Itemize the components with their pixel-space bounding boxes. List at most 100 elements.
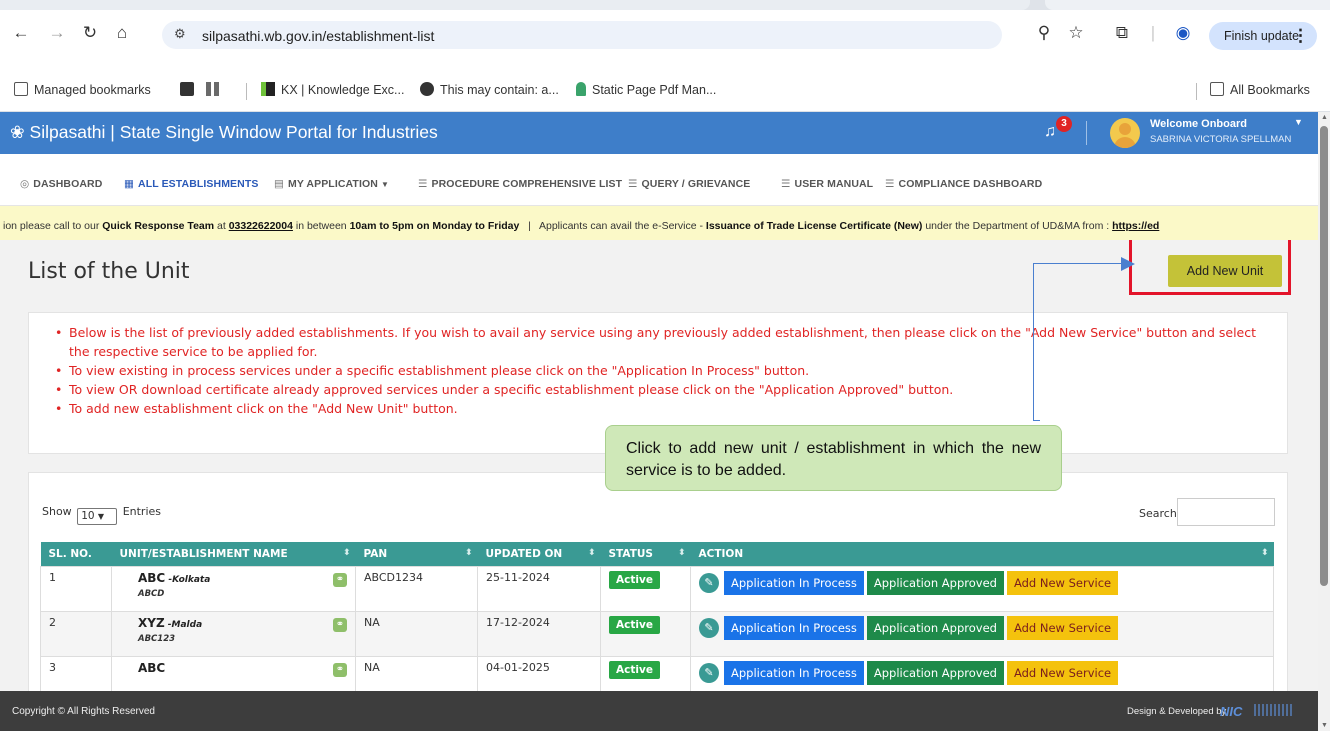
col-updated-on[interactable]: UPDATED ON ⬍ <box>477 542 601 566</box>
reload-icon[interactable]: ↻ <box>79 22 101 44</box>
forward-icon[interactable]: → <box>46 22 68 44</box>
status-cell: Active <box>600 610 691 657</box>
ticker-part: under the Department of UD&MA from : <box>922 220 1113 232</box>
link-icon[interactable]: ⚭ <box>333 617 347 632</box>
col-action[interactable]: ACTION ⬍ <box>690 542 1274 566</box>
instruction-item: To view existing in process services und… <box>55 361 1280 380</box>
application-approved-button[interactable]: Application Approved <box>866 615 1004 640</box>
unit-name-text: XYZ <box>138 615 165 630</box>
col-pan[interactable]: PAN ⬍ <box>355 542 478 566</box>
unit-name[interactable]: ABC -Kolkata <box>138 571 347 585</box>
nic-logo[interactable]: NIC <box>1220 704 1242 719</box>
main-nav: ◎ DASHBOARD ▦ ALL ESTABLISHMENTS ▤ MY APPLI… <box>0 154 1318 206</box>
bookmark-label: This may contain: a... <box>440 83 559 97</box>
show-label: Show <box>42 505 72 518</box>
edit-icon[interactable]: ✎ <box>699 572 719 593</box>
unit-location: -Malda <box>164 619 203 630</box>
ticker-part: | Applicants can avail the e-Service - <box>519 220 706 232</box>
add-new-service-button[interactable]: Add New Service <box>1006 660 1119 685</box>
site-title[interactable]: ❀ Silpasathi | State Single Window Porta… <box>10 122 438 143</box>
col-label: STATUS <box>608 547 653 560</box>
managed-bookmarks-folder[interactable]: Managed bookmarks <box>14 82 151 97</box>
entries-select[interactable]: 10 ▼ <box>77 508 118 525</box>
profile-icon[interactable]: ◉ <box>1172 23 1194 43</box>
scroll-down-icon[interactable]: ▼ <box>1321 722 1328 729</box>
col-sl-no[interactable]: SL. NO. <box>40 542 112 566</box>
application-in-process-button[interactable]: Application In Process <box>724 570 864 595</box>
site-settings-icon[interactable]: ⚙ <box>174 26 186 42</box>
add-new-service-button[interactable]: Add New Service <box>1006 615 1119 640</box>
avatar[interactable] <box>1110 118 1140 148</box>
finish-update-button[interactable]: Finish update ⋮ <box>1209 22 1317 50</box>
welcome-text[interactable]: Welcome Onboard <box>1150 118 1247 130</box>
col-unit-name[interactable]: UNIT/ESTABLISHMENT NAME ⬍ <box>111 542 356 566</box>
nav-my-application[interactable]: ▤ MY APPLICATION ▼ <box>274 178 389 190</box>
nav-user-manual[interactable]: ☰ USER MANUAL <box>781 178 873 190</box>
unit-name-cell: ABC -Kolkata ABCD ⚭ <box>111 565 356 612</box>
add-new-service-button[interactable]: Add New Service <box>1006 570 1119 595</box>
scroll-thumb[interactable] <box>1320 126 1328 586</box>
zoom-icon[interactable]: ⚲ <box>1033 23 1055 43</box>
bookmark-may-contain[interactable]: This may contain: a... <box>420 82 559 97</box>
nav-label: ALL ESTABLISHMENTS <box>138 178 259 190</box>
col-label: ACTION <box>698 547 744 560</box>
user-menu-caret-icon[interactable]: ▼ <box>1294 117 1303 127</box>
application-approved-button[interactable]: Application Approved <box>866 660 1004 685</box>
inactive-tab-edge[interactable] <box>1045 0 1330 10</box>
sl-cell: 1 <box>40 565 112 612</box>
active-tab-edge[interactable] <box>0 0 1030 10</box>
list-icon: ☰ <box>885 178 895 190</box>
nav-compliance-dashboard[interactable]: ☰ COMPLIANCE DASHBOARD <box>885 178 1042 190</box>
nav-dashboard[interactable]: ◎ DASHBOARD <box>20 178 102 190</box>
bookmark-static-page[interactable]: Static Page Pdf Man... <box>576 82 716 97</box>
sort-icon: ⬍ <box>677 548 686 558</box>
search-input[interactable] <box>1177 498 1275 526</box>
toolbar-divider: | <box>1150 23 1156 42</box>
back-icon[interactable]: ← <box>10 22 32 44</box>
link-icon[interactable]: ⚭ <box>333 662 347 677</box>
bell-icon[interactable]: ♫ <box>1044 123 1056 141</box>
link-icon[interactable]: ⚭ <box>333 572 347 587</box>
browser-menu-icon[interactable]: ⋮ <box>1292 22 1309 50</box>
application-in-process-button[interactable]: Application In Process <box>724 615 864 640</box>
all-bookmarks[interactable]: All Bookmarks <box>1210 82 1310 97</box>
unit-name-cell: ABC ⚭ <box>111 655 356 691</box>
edit-icon[interactable]: ✎ <box>699 662 719 683</box>
home-icon[interactable]: ⌂ <box>111 22 133 44</box>
extensions-icon[interactable]: ⧉ <box>1111 23 1133 43</box>
scroll-up-icon[interactable]: ▲ <box>1321 114 1328 121</box>
unit-name[interactable]: XYZ -Malda <box>138 616 347 630</box>
address-bar[interactable]: ⚙ silpasathi.wb.gov.in/establishment-lis… <box>162 21 1002 49</box>
bookmark-apps[interactable] <box>206 82 226 97</box>
page-scrollbar[interactable]: ▲ ▼ <box>1318 112 1330 731</box>
units-table-card: Show 10 ▼ Entries Search: SL. NO. UNIT/E… <box>28 472 1288 691</box>
bookmark-square[interactable] <box>180 82 200 97</box>
nav-query-grievance[interactable]: ☰ QUERY / GRIEVANCE <box>628 178 750 190</box>
avatar-body <box>1114 137 1136 148</box>
instruction-item: Below is the list of previously added es… <box>55 323 1280 361</box>
edit-icon[interactable]: ✎ <box>699 617 719 638</box>
ticker-hours: 10am to 5pm on Monday to Friday <box>349 220 520 232</box>
user-name[interactable]: SABRINA VICTORIA SPELLMAN <box>1150 134 1291 145</box>
ticker-link[interactable]: https://ed <box>1112 220 1159 232</box>
instructions-list: Below is the list of previously added es… <box>55 323 1280 418</box>
nav-all-establishments[interactable]: ▦ ALL ESTABLISHMENTS <box>124 178 258 190</box>
notification-badge[interactable]: 3 <box>1056 116 1072 132</box>
application-in-process-button[interactable]: Application In Process <box>724 660 864 685</box>
table-row: 2 XYZ -Malda ABC123 ⚭ NA 17-12-2024 Acti… <box>40 610 1274 657</box>
bookmark-kx[interactable]: KX | Knowledge Exc... <box>261 82 404 97</box>
copyright-text: Copyright © All Rights Reserved <box>12 706 155 717</box>
nav-procedure-list[interactable]: ☰ PROCEDURE COMPREHENSIVE LIST <box>418 178 622 190</box>
bookmark-star-icon[interactable]: ☆ <box>1065 23 1087 43</box>
status-cell: Active <box>600 655 691 691</box>
url-text[interactable]: silpasathi.wb.gov.in/establishment-list <box>202 28 434 44</box>
pan-cell: NA <box>355 610 478 657</box>
unit-name[interactable]: ABC <box>138 661 347 675</box>
application-approved-button[interactable]: Application Approved <box>866 570 1004 595</box>
ticker-part: in between <box>292 220 350 232</box>
ticker-part: ion please call to our <box>3 220 103 232</box>
list-icon: ☰ <box>781 178 791 190</box>
dropdown-caret-icon: ▼ <box>380 180 389 189</box>
col-status[interactable]: STATUS ⬍ <box>600 542 691 566</box>
add-new-unit-button[interactable]: Add New Unit <box>1168 255 1282 287</box>
